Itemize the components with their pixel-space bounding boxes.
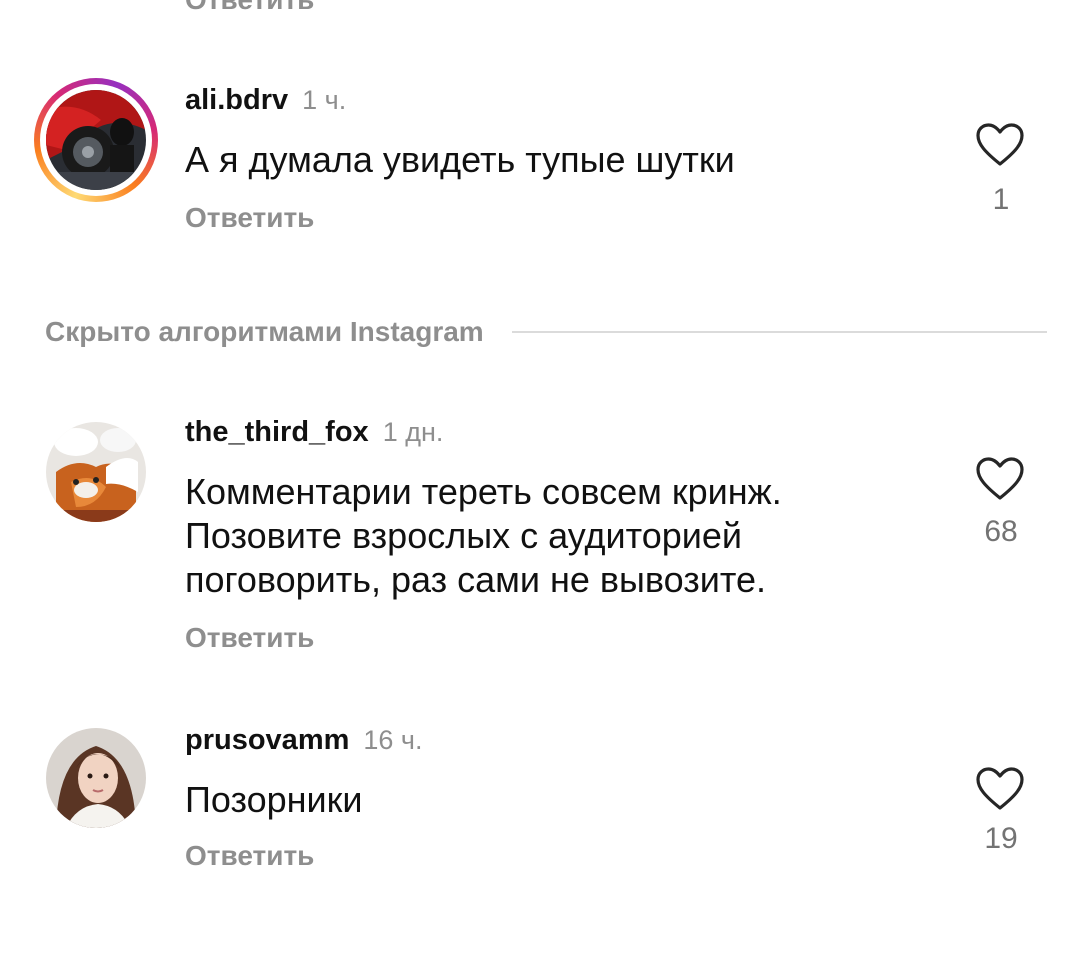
heart-outline-icon: [976, 123, 1024, 166]
like-button[interactable]: [975, 456, 1025, 502]
comment-time: 1 ч.: [302, 85, 347, 115]
comment-username[interactable]: the_third_fox: [185, 416, 369, 449]
avatar[interactable]: [46, 728, 146, 828]
avatar: [46, 90, 146, 190]
comment-item: prusovamm 16 ч. Позорники Ответить 19: [0, 720, 1080, 890]
comment-text: Позорники: [185, 779, 363, 820]
like-button[interactable]: [975, 122, 1025, 168]
comment-item: ali.bdrv 1 ч. А я думала увидеть тупые ш…: [0, 78, 1080, 268]
comment-username[interactable]: prusovamm: [185, 724, 349, 757]
reply-button[interactable]: Ответить: [185, 202, 314, 234]
comment-item: the_third_fox 1 дн. Комментарии тереть с…: [0, 412, 1080, 672]
like-count: 19: [984, 822, 1018, 855]
like-count: 68: [984, 515, 1018, 548]
avatar-story-ring[interactable]: [34, 78, 158, 202]
comment-text: Комментарии тереть совсем кринж. Позовит…: [185, 471, 782, 600]
reply-button[interactable]: Ответить: [185, 0, 314, 16]
comment-text: А я думала увидеть тупые шутки: [185, 139, 735, 180]
divider-line: [511, 331, 1047, 333]
reply-button[interactable]: Ответить: [185, 840, 314, 872]
like-button[interactable]: [975, 766, 1025, 812]
avatar[interactable]: [46, 422, 146, 522]
heart-outline-icon: [976, 767, 1024, 810]
hidden-comments-label: Скрыто алгоритмами Instagram: [45, 316, 484, 347]
hidden-comments-divider[interactable]: Скрыто алгоритмами Instagram: [45, 312, 1047, 352]
comment-time: 16 ч.: [363, 725, 423, 755]
like-count: 1: [992, 183, 1010, 216]
comment-time: 1 дн.: [382, 417, 444, 447]
comment-username[interactable]: ali.bdrv: [185, 84, 288, 117]
heart-outline-icon: [976, 457, 1024, 500]
reply-button[interactable]: Ответить: [185, 622, 314, 654]
